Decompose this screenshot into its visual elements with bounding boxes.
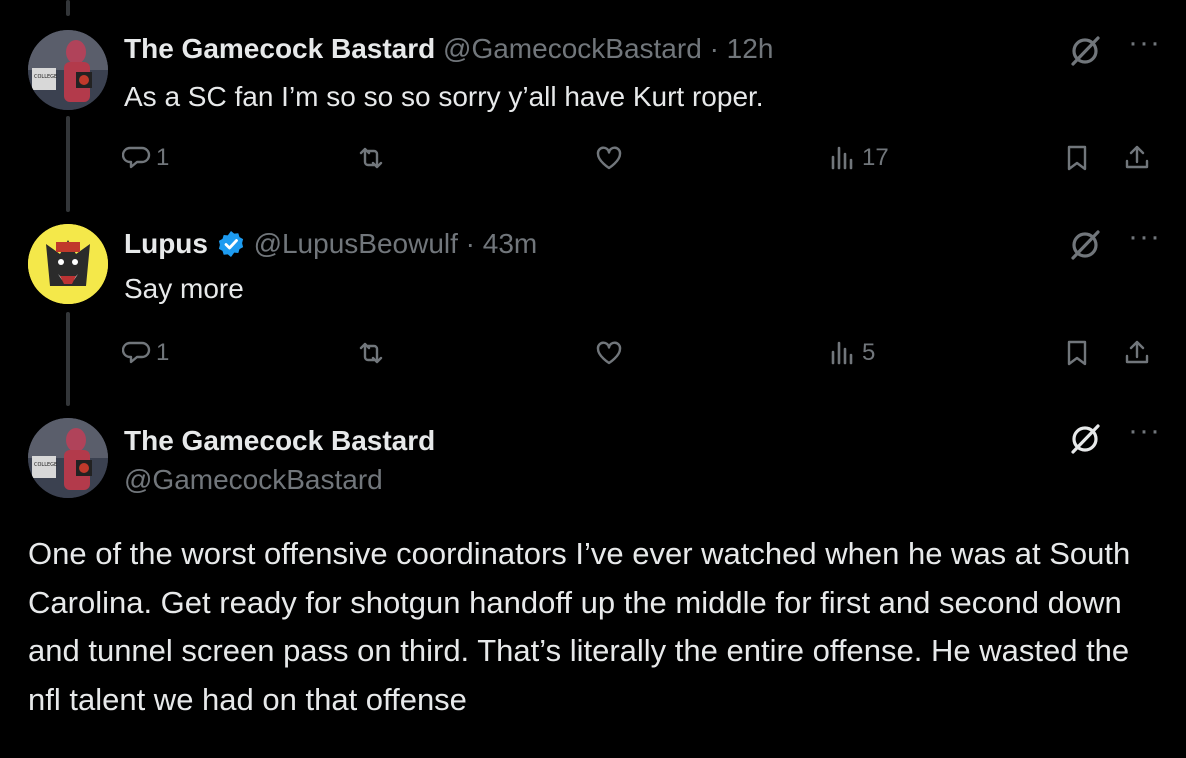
thread-line — [66, 312, 70, 406]
separator: · — [465, 228, 475, 259]
more-icon[interactable]: ··· — [1128, 222, 1161, 252]
separator: · — [709, 33, 719, 64]
author-handle[interactable]: @GamecockBastard — [124, 463, 383, 497]
tweet-text: One of the worst offensive coordinators … — [28, 536, 1131, 717]
thread-line — [66, 0, 70, 16]
reply-button[interactable]: 1 — [122, 333, 169, 373]
author-name[interactable]: Lupus — [124, 228, 208, 259]
bookmark-icon — [1067, 340, 1087, 366]
reply-count: 1 — [156, 339, 170, 366]
views-button[interactable]: 5 — [828, 333, 875, 373]
views-count: 5 — [862, 339, 876, 366]
like-icon — [596, 341, 622, 365]
share-button[interactable] — [1122, 138, 1152, 178]
like-button[interactable] — [594, 333, 624, 373]
more-icon[interactable]: ··· — [1128, 416, 1161, 446]
author-handle[interactable]: @GamecockBastard — [443, 33, 702, 64]
retweet-icon — [359, 147, 383, 169]
action-bar: 1 5 — [120, 333, 1170, 373]
reply-count: 1 — [156, 144, 170, 171]
views-button[interactable]: 17 — [828, 138, 889, 178]
retweet-button[interactable] — [356, 138, 386, 178]
tweet-text: As a SC fan I’m so so so sorry y’all hav… — [124, 81, 764, 112]
grok-icon[interactable] — [1068, 34, 1102, 68]
share-button[interactable] — [1122, 333, 1152, 373]
share-icon — [1125, 145, 1149, 169]
grok-icon[interactable] — [1068, 228, 1102, 262]
author-handle[interactable]: @LupusBeowulf — [254, 228, 458, 259]
author-name[interactable]: The Gamecock Bastard — [124, 424, 435, 458]
reply-icon — [122, 341, 151, 364]
thread-line — [66, 116, 70, 212]
svg-text:COLLEGE: COLLEGE — [34, 462, 57, 468]
views-icon — [831, 341, 853, 365]
retweet-icon — [359, 342, 383, 364]
avatar[interactable] — [28, 224, 108, 304]
action-bar: 1 17 — [120, 138, 1170, 178]
bookmark-button[interactable] — [1062, 138, 1092, 178]
bookmark-button[interactable] — [1062, 333, 1092, 373]
svg-text:COLLEGE: COLLEGE — [34, 74, 57, 80]
reply-button[interactable]: 1 — [122, 138, 169, 178]
grok-icon[interactable] — [1068, 422, 1102, 456]
reply-icon — [122, 146, 151, 169]
views-icon — [831, 146, 853, 170]
tweet-text: Say more — [124, 273, 244, 304]
like-button[interactable] — [594, 138, 624, 178]
avatar[interactable]: COLLEGE — [28, 418, 108, 498]
more-icon[interactable]: ··· — [1128, 28, 1161, 58]
avatar[interactable]: COLLEGE — [28, 30, 108, 110]
share-icon — [1125, 340, 1149, 364]
timestamp[interactable]: 43m — [483, 228, 537, 259]
timestamp[interactable]: 12h — [727, 33, 774, 64]
retweet-button[interactable] — [356, 333, 386, 373]
author-name[interactable]: The Gamecock Bastard — [124, 33, 435, 64]
like-icon — [596, 146, 622, 170]
bookmark-icon — [1067, 145, 1087, 171]
verified-badge-icon — [218, 231, 243, 257]
views-count: 17 — [862, 144, 889, 171]
